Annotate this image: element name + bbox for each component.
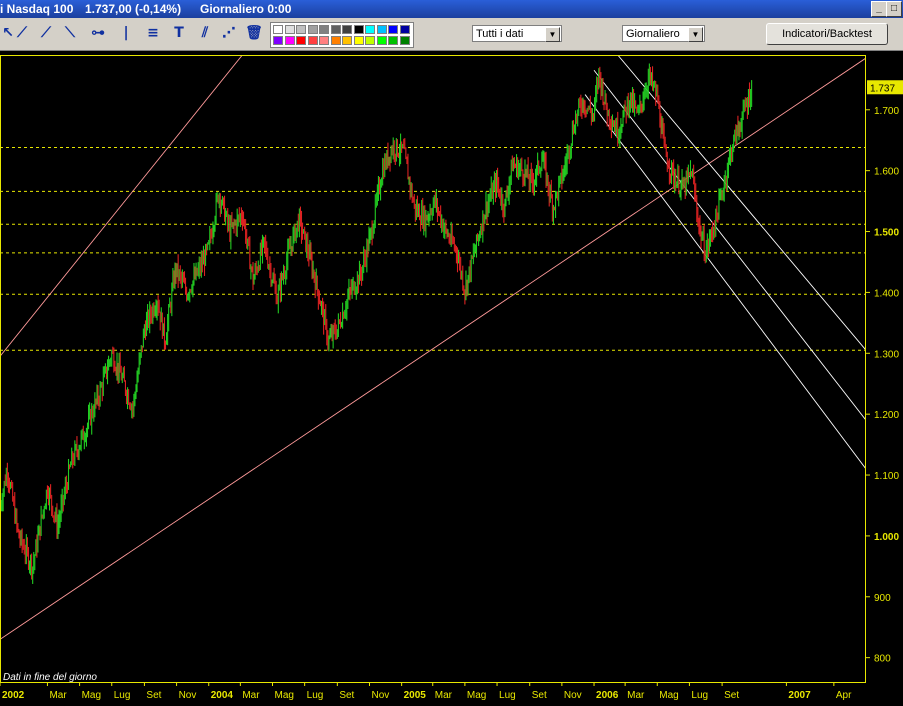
- palette-swatch[interactable]: [399, 25, 410, 34]
- y-tick-label: 1.600: [874, 167, 899, 178]
- x-tick-label: 2004: [211, 690, 234, 701]
- ray-icon[interactable]: ⟋: [37, 25, 55, 43]
- range-select-value: Tutti i dati: [476, 28, 524, 40]
- palette-swatch[interactable]: [296, 36, 306, 45]
- x-tick-label: Lug: [307, 690, 324, 701]
- x-tick-label: 2007: [788, 690, 811, 701]
- trendline: [593, 69, 866, 421]
- trendline: [0, 57, 866, 640]
- period-readout: Giornaliero 0:00: [200, 2, 292, 16]
- chevron-down-icon: ▼: [545, 27, 560, 42]
- palette-swatch[interactable]: [319, 25, 329, 34]
- window-title: i Nasdaq 100: [0, 2, 74, 16]
- x-tick-label: Mar: [242, 690, 260, 701]
- palette-swatch[interactable]: [307, 36, 318, 45]
- palette-swatch[interactable]: [388, 25, 398, 34]
- palette-swatch[interactable]: [388, 36, 398, 45]
- price-chart[interactable]: 800 900 1.000 1.100 1.200 1.300 1.400 1.500 1.60…: [0, 50, 903, 706]
- last-price-label: 1.737: [870, 83, 895, 94]
- y-tick-label: 1.300: [874, 349, 899, 360]
- palette-swatch[interactable]: [353, 36, 364, 45]
- fibonacci-icon[interactable]: ≡: [144, 25, 162, 43]
- status-text: Dati in fine del giorno: [3, 672, 97, 683]
- palette-swatch[interactable]: [399, 36, 410, 45]
- x-tick-label: 2005: [404, 690, 427, 701]
- parallel-channel-icon[interactable]: ⫽: [196, 25, 214, 43]
- palette-swatch[interactable]: [273, 25, 283, 34]
- x-tick-label: Set: [532, 690, 547, 701]
- y-tick-label: 800: [874, 654, 891, 665]
- trendline: [617, 55, 866, 351]
- extended-line-icon[interactable]: ⟍: [61, 25, 79, 43]
- palette-swatch[interactable]: [365, 25, 375, 34]
- vertical-line-icon[interactable]: |: [117, 25, 135, 43]
- x-tick-label: 2006: [596, 690, 619, 701]
- maximize-icon[interactable]: □: [886, 1, 902, 17]
- x-tick-label: Set: [146, 690, 161, 701]
- palette-swatch[interactable]: [319, 36, 329, 45]
- x-tick-label: Nov: [371, 690, 389, 701]
- trash-icon[interactable]: 🗑: [245, 25, 263, 43]
- x-tick-label: Lug: [499, 690, 516, 701]
- palette-swatch[interactable]: [284, 36, 295, 45]
- indicators-backtest-button[interactable]: Indicatori/Backtest: [766, 23, 888, 45]
- chevron-down-icon: ▼: [688, 27, 703, 42]
- x-tick-label: Mag: [82, 690, 101, 701]
- trendline: [0, 55, 243, 357]
- palette-swatch[interactable]: [353, 25, 364, 34]
- palette-swatch[interactable]: [284, 25, 295, 34]
- plot-frame: [0, 55, 866, 683]
- palette-swatch[interactable]: [376, 25, 387, 34]
- gann-fan-icon[interactable]: ⋰: [220, 25, 238, 43]
- x-tick-label: Nov: [564, 690, 582, 701]
- palette-swatch[interactable]: [330, 36, 341, 45]
- x-tick-label: Nov: [179, 690, 197, 701]
- x-tick-label: Mar: [49, 690, 67, 701]
- text-icon[interactable]: T: [170, 25, 188, 43]
- horizontal-line-icon[interactable]: ⊶: [89, 25, 107, 43]
- y-tick-label: 1.700: [874, 106, 899, 117]
- x-tick-label: Lug: [691, 690, 708, 701]
- color-palette[interactable]: [270, 22, 414, 48]
- y-tick-label: 900: [874, 593, 891, 604]
- palette-swatch[interactable]: [342, 36, 352, 45]
- x-tick-label: Lug: [114, 690, 131, 701]
- trendline-icon[interactable]: ⟋: [13, 25, 31, 43]
- palette-swatch[interactable]: [376, 36, 387, 45]
- y-tick-label: 1.500: [874, 228, 899, 239]
- x-tick-label: Mag: [467, 690, 486, 701]
- toolbar: ↖ ⟋ ⟋ ⟍ ⊶ | ≡ T ⫽ ⋰ 🗑 Tutti i dati ▼ Giornaliero ▼…: [0, 18, 903, 51]
- title-bar: i Nasdaq 100 1.737,00 (-0,14%) Giornalie…: [0, 0, 903, 18]
- y-tick-label: 1.400: [874, 288, 899, 299]
- palette-swatch[interactable]: [273, 36, 283, 45]
- palette-swatch[interactable]: [307, 25, 318, 34]
- x-tick-label: Set: [724, 690, 739, 701]
- palette-swatch[interactable]: [296, 25, 306, 34]
- y-tick-label: 1.100: [874, 471, 899, 482]
- price-readout: 1.737,00 (-0,14%): [85, 2, 182, 16]
- range-select[interactable]: Tutti i dati ▼: [472, 25, 562, 42]
- x-tick-label: Set: [339, 690, 354, 701]
- trendline: [584, 94, 866, 470]
- x-tick-label: Mag: [659, 690, 678, 701]
- y-tick-label: 1.000: [874, 532, 899, 543]
- period-select[interactable]: Giornaliero ▼: [622, 25, 705, 42]
- x-tick-label: Mar: [435, 690, 453, 701]
- y-tick-label: 1.200: [874, 410, 899, 421]
- x-tick-label: Apr: [836, 690, 852, 701]
- palette-swatch[interactable]: [330, 25, 341, 34]
- x-tick-label: 2002: [2, 690, 25, 701]
- period-select-value: Giornaliero: [626, 28, 680, 40]
- palette-swatch[interactable]: [342, 25, 352, 34]
- x-tick-label: Mar: [627, 690, 645, 701]
- minimize-icon[interactable]: _: [871, 1, 887, 17]
- x-tick-label: Mag: [275, 690, 294, 701]
- palette-swatch[interactable]: [365, 36, 375, 45]
